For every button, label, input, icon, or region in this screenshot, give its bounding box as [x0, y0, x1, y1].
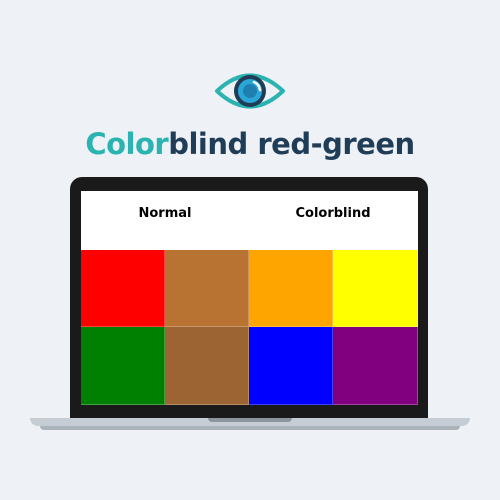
color-swatch-6	[165, 327, 249, 405]
colorblind-label: Colorblind	[295, 206, 371, 221]
color-swatch-5	[81, 327, 165, 405]
color-swatch-3	[249, 250, 333, 327]
color-swatch-8	[333, 327, 418, 405]
laptop-shadow	[40, 426, 460, 430]
title-accent: Color	[85, 127, 169, 161]
page-title: Colorblind red-green	[0, 122, 500, 166]
eye-icon	[215, 73, 285, 109]
screen-header: Normal Colorblind	[81, 191, 418, 250]
laptop-notch	[208, 418, 292, 422]
color-swatch-4	[333, 250, 418, 327]
color-swatch-7	[249, 327, 333, 405]
color-swatch-2	[165, 250, 249, 327]
normal-label: Normal	[138, 206, 192, 221]
color-swatch-1	[81, 250, 165, 327]
laptop-screen: Normal Colorblind	[81, 191, 418, 405]
title-rest: blind red-green	[168, 127, 415, 161]
swatch-grid	[81, 250, 418, 405]
